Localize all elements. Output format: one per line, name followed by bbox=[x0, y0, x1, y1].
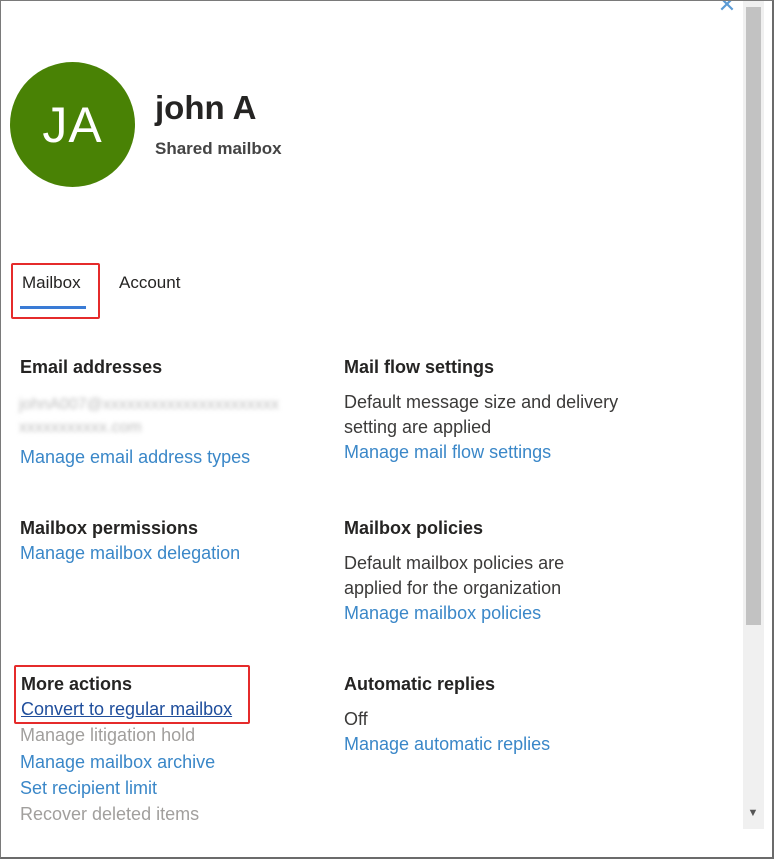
email-address-line: xxxxxxxxxxx.com bbox=[19, 419, 142, 436]
more-actions-title: More actions bbox=[21, 674, 133, 694]
mailbox-policies-title: Mailbox policies bbox=[344, 518, 484, 538]
scroll-down-arrow-icon[interactable]: ▼ bbox=[745, 807, 761, 823]
manage-automatic-replies-link[interactable]: Manage automatic replies bbox=[344, 734, 550, 755]
manage-mailbox-policies-link[interactable]: Manage mailbox policies bbox=[344, 603, 541, 624]
mailbox-permissions-title: Mailbox permissions bbox=[20, 518, 199, 538]
manage-litigation-hold-link: Manage litigation hold bbox=[20, 725, 196, 745]
close-icon[interactable]: ✕ bbox=[717, 1, 737, 16]
manage-mailbox-delegation-link[interactable]: Manage mailbox delegation bbox=[20, 543, 240, 564]
manage-mailbox-archive-link[interactable]: Manage mailbox archive bbox=[20, 752, 215, 773]
mailbox-details-panel: ✕ JA john A Shared mailbox Mailbox Accou… bbox=[0, 0, 774, 859]
scrollbar-thumb[interactable] bbox=[746, 7, 761, 625]
automatic-replies-title: Automatic replies bbox=[344, 674, 496, 694]
convert-to-regular-mailbox-link[interactable]: Convert to regular mailbox bbox=[21, 699, 232, 720]
tab-account[interactable]: Account bbox=[119, 273, 180, 293]
mailbox-name: john A bbox=[155, 89, 257, 126]
email-addresses-title: Email addresses bbox=[20, 357, 163, 377]
mail-flow-description: Default message size and delivery bbox=[344, 392, 619, 412]
recover-deleted-items-link: Recover deleted items bbox=[20, 804, 200, 824]
automatic-replies-status: Off bbox=[344, 709, 368, 729]
mailbox-policies-description: Default mailbox policies are bbox=[344, 553, 565, 573]
panel-footer bbox=[1, 830, 772, 857]
avatar: JA bbox=[10, 62, 135, 187]
manage-mail-flow-settings-link[interactable]: Manage mail flow settings bbox=[344, 442, 551, 463]
mailbox-policies-description: applied for the organization bbox=[344, 578, 562, 598]
tab-selected-indicator bbox=[20, 306, 86, 309]
mail-flow-settings-title: Mail flow settings bbox=[344, 357, 495, 377]
tab-mailbox[interactable]: Mailbox bbox=[22, 273, 81, 293]
email-address-line: johnA007@xxxxxxxxxxxxxxxxxxxxxx bbox=[19, 396, 279, 413]
manage-email-address-types-link[interactable]: Manage email address types bbox=[20, 447, 250, 468]
mailbox-type: Shared mailbox bbox=[155, 139, 282, 158]
mail-flow-description: setting are applied bbox=[344, 417, 492, 437]
avatar-initials: JA bbox=[42, 96, 103, 153]
set-recipient-limit-link[interactable]: Set recipient limit bbox=[20, 778, 157, 799]
